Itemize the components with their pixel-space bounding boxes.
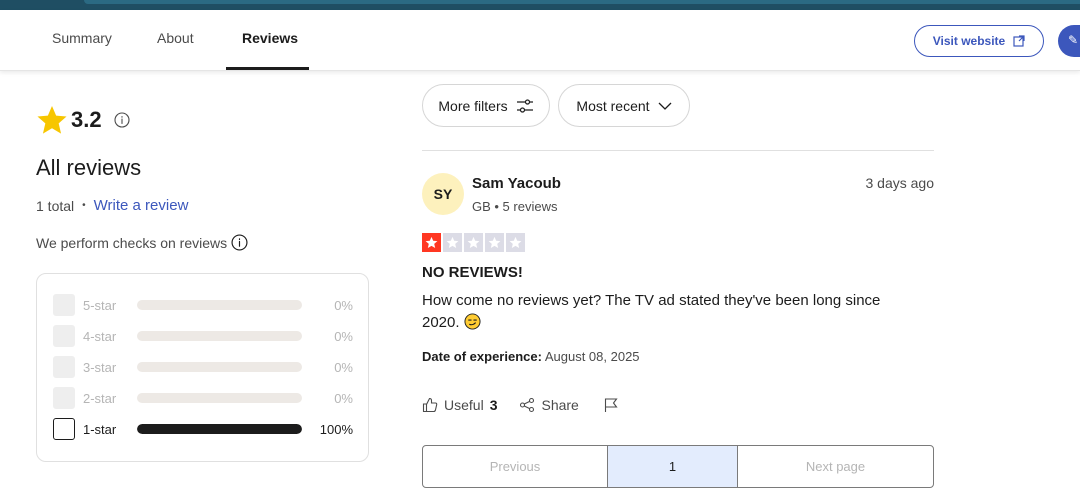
divider	[422, 150, 934, 151]
useful-label: Useful	[444, 397, 484, 413]
star-icon	[37, 106, 67, 134]
write-review-button-partial[interactable]: ✎	[1058, 25, 1080, 57]
pencil-icon: ✎	[1068, 33, 1079, 47]
filter-checkbox-1-star[interactable]	[53, 418, 75, 440]
star-icon	[485, 233, 504, 252]
useful-button[interactable]: Useful 3	[422, 397, 497, 413]
filter-checkbox-2-star[interactable]	[53, 387, 75, 409]
review-date: 3 days ago	[865, 175, 935, 191]
thumbs-up-icon	[422, 397, 438, 413]
chevron-down-icon	[658, 102, 672, 110]
visit-website-label: Visit website	[932, 34, 1006, 48]
top-strip-accent	[84, 0, 1080, 4]
tab-reviews[interactable]: Reviews	[242, 30, 298, 46]
distribution-row-2[interactable]: 2-star 0%	[53, 387, 353, 409]
share-label: Share	[541, 397, 579, 413]
distribution-percent: 100%	[319, 421, 353, 437]
external-link-icon	[1013, 35, 1025, 47]
visit-website-button[interactable]: Visit website	[914, 25, 1044, 57]
filter-checkbox-3-star[interactable]	[53, 356, 75, 378]
distribution-row-3[interactable]: 3-star 0%	[53, 356, 353, 378]
review-body: How come no reviews yet? The TV ad state…	[422, 290, 922, 334]
distribution-row-4[interactable]: 4-star 0%	[53, 325, 353, 347]
sort-label: Most recent	[576, 97, 650, 114]
distribution-bar	[137, 393, 302, 403]
sort-dropdown[interactable]: Most recent	[558, 84, 690, 127]
distribution-bar	[137, 362, 302, 372]
more-filters-button[interactable]: More filters	[422, 84, 550, 127]
checks-text: We perform checks on reviews	[36, 234, 228, 251]
report-button[interactable]	[603, 397, 619, 413]
distribution-label: 1-star	[83, 421, 117, 437]
share-button[interactable]: Share	[519, 397, 579, 413]
total-count: 1 total	[36, 197, 75, 214]
distribution-label: 5-star	[83, 297, 117, 313]
distribution-label: 4-star	[83, 328, 117, 344]
tab-about[interactable]: About	[157, 30, 194, 46]
star-icon	[464, 233, 483, 252]
distribution-percent: 0%	[334, 328, 353, 344]
info-icon[interactable]	[231, 234, 248, 251]
info-icon[interactable]	[114, 112, 130, 128]
experience-date: August 08, 2025	[544, 349, 640, 364]
filter-icon	[516, 98, 533, 113]
filter-checkbox-5-star[interactable]	[53, 294, 75, 316]
review-text: How come no reviews yet? The TV ad state…	[422, 292, 881, 331]
top-strip	[0, 0, 1080, 10]
review-checks-note: We perform checks on reviews	[36, 234, 248, 251]
date-of-experience: Date of experience: August 08, 2025	[422, 349, 640, 364]
write-review-link[interactable]: Write a review	[94, 197, 189, 214]
navbar: Summary About Reviews Visit website ✎	[0, 10, 1080, 71]
active-tab-indicator	[226, 67, 309, 70]
distribution-bar	[137, 424, 302, 434]
reviewer-meta: GB • 5 reviews	[472, 199, 558, 214]
review-stars	[422, 233, 525, 252]
pagination: Previous 1 Next page	[422, 445, 934, 488]
separator-dot: •	[82, 200, 86, 211]
review-totals: 1 total • Write a review	[36, 197, 188, 214]
experience-label: Date of experience:	[422, 349, 542, 364]
distribution-percent: 0%	[334, 297, 353, 313]
star-icon	[422, 233, 441, 252]
previous-page-button[interactable]: Previous	[423, 446, 608, 487]
share-icon	[520, 397, 535, 413]
distribution-bar	[137, 300, 302, 310]
tab-summary[interactable]: Summary	[52, 30, 112, 46]
review-title: NO REVIEWS!	[422, 264, 523, 281]
rating-distribution: 5-star 0% 4-star 0% 3-star 0% 2-star 0% …	[36, 273, 369, 462]
next-page-button[interactable]: Next page	[738, 446, 933, 487]
star-icon	[506, 233, 525, 252]
all-reviews-heading: All reviews	[36, 155, 142, 180]
distribution-percent: 0%	[334, 390, 353, 406]
distribution-label: 2-star	[83, 390, 117, 406]
filter-checkbox-4-star[interactable]	[53, 325, 75, 347]
distribution-row-5[interactable]: 5-star 0%	[53, 294, 353, 316]
avatar[interactable]: SY	[422, 173, 464, 215]
rating-value: 3.2	[71, 107, 102, 132]
distribution-percent: 0%	[334, 359, 353, 375]
star-icon	[443, 233, 462, 252]
useful-count: 3	[489, 397, 498, 413]
rating-summary: 3.2	[36, 104, 130, 136]
review-actions: Useful 3 Share	[422, 397, 619, 413]
more-filters-label: More filters	[438, 97, 508, 114]
smirk-emoji-icon	[464, 313, 481, 330]
current-page-button[interactable]: 1	[608, 446, 738, 487]
flag-icon	[604, 398, 618, 412]
distribution-row-1[interactable]: 1-star 100%	[53, 418, 353, 440]
reviewer-name[interactable]: Sam Yacoub	[472, 175, 561, 192]
distribution-bar	[137, 331, 302, 341]
distribution-bar-fill	[137, 424, 302, 434]
distribution-label: 3-star	[83, 359, 117, 375]
